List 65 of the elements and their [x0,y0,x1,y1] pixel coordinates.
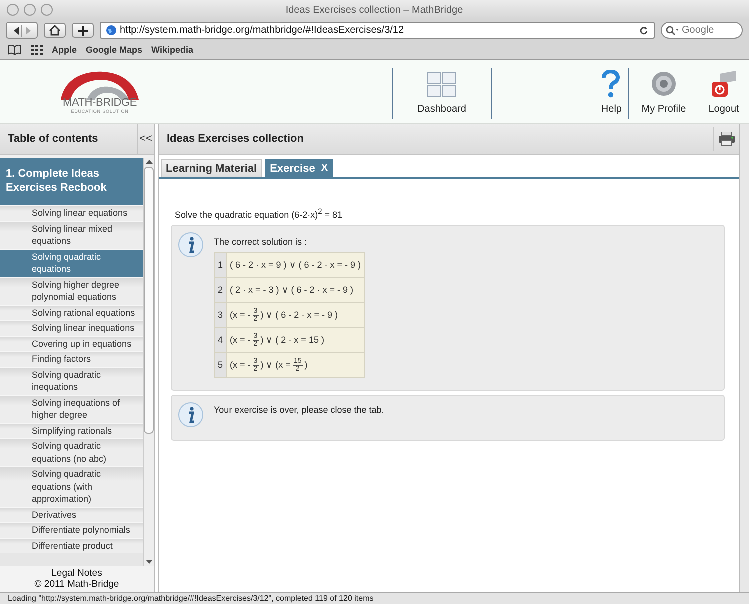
sidebar-item[interactable]: Solving quadratic inequations [0,366,143,394]
bookmark-link[interactable]: Wikipedia [152,45,194,55]
nav-link[interactable]: Help [492,60,628,123]
nav-link[interactable]: Logout [699,60,749,123]
address-field[interactable]: http://system.math-bridge.org/mathbridge/#!IdeasExercises/3/12 [100,22,655,39]
step-expression: ( 6 - 2 · x = 9 ) ∨ ( 6 - 2 · x = - 9 ) [226,252,365,278]
solution-heading: The correct solution is : [214,236,308,247]
scrollbar[interactable] [143,158,154,566]
sidebar-item[interactable]: Solving linear equations [0,205,143,220]
sidebar-item[interactable]: Solving quadratic equations [0,248,143,276]
sidebar-item[interactable]: Simplifying rationals [0,422,143,438]
status-bar: Loading "http://system.math-bridge.org/mathbridge/#!IdeasExercises/3/12", completed 119 of 120 items [0,592,749,604]
reload-icon[interactable] [639,26,649,36]
step-number: 5 [214,352,227,378]
step-number: 4 [214,328,227,352]
nav-link[interactable]: Dashboard [393,60,491,123]
sidebar-item[interactable]: Solving quadratic equations (no abc) [0,438,143,466]
sidebar-item[interactable]: Differentiate product [0,538,143,553]
sidebar-item[interactable]: Solving higher degree polynomial equations [0,276,143,304]
tab[interactable]: Exercise X [265,159,334,177]
panel-title: Ideas Exercises collection [167,133,305,145]
tab-close-button[interactable]: X [321,163,328,174]
back-forward-buttons[interactable] [6,22,38,39]
globe-icon [106,25,117,36]
bookmark-link[interactable]: Apple [52,45,78,55]
plus-icon [78,26,88,36]
print-button[interactable] [713,127,735,151]
nav-link[interactable]: My Profile [629,60,699,123]
sidebar-item[interactable]: Differentiate polynomials [0,522,143,538]
copyright-text: © 2011 Math-Bridge [34,579,120,590]
chapter-heading[interactable]: 1. Complete Ideas Exercises Recbook [0,158,143,205]
bookmark-link[interactable]: Google Maps [86,45,143,55]
sidebar-item[interactable]: Derivatives [0,506,143,522]
sidebar-item[interactable]: Solving linear mixed equations [0,220,143,248]
book-icon[interactable] [8,45,22,55]
step-number: 1 [214,252,227,278]
sidebar-item[interactable]: Solving rational equations [0,304,143,320]
logo-text: MATH-BRIDGE [63,96,137,108]
home-button[interactable] [44,23,66,38]
sidebar-item[interactable]: Covering up in equations [0,336,143,351]
sidebar-item[interactable]: Solving linear inequations [0,320,143,336]
collapse-button[interactable]: << [137,124,154,154]
question-mark-icon [600,70,622,98]
settings-icon [650,70,678,98]
notice-text: Your exercise is over, please close the tab. [214,404,384,415]
home-icon [49,25,61,36]
info-icon [178,232,204,258]
sidebar-item[interactable]: Solving quadratic equations (with approximation) [0,466,143,506]
scroll-up-icon[interactable] [146,159,152,165]
step-number: 2 [214,278,227,302]
panel-title: Table of contents [8,133,100,145]
legal-notes-link[interactable]: Legal Notes [52,568,102,579]
question-text: Solve the quadratic equation (6-2·x)$^{2}$ = 81 [175,207,344,220]
add-bookmark-button[interactable] [72,23,94,38]
key-power-icon [710,70,738,98]
info-icon [178,402,204,428]
window-title: Ideas Exercises collection – MathBridge [284,4,464,16]
sidebar-item[interactable]: Finding factors [0,351,143,366]
dashboard-icon [427,72,457,98]
tab[interactable]: Learning Material [161,159,262,177]
sidebar-item[interactable]: Solving inequations of higher degree [0,394,143,422]
step-number: 3 [214,302,227,328]
grid-icon[interactable] [31,45,43,55]
search-field[interactable]: Google [661,22,743,39]
step-expression: ( 2 · x = - 3 ) ∨ ( 6 - 2 · x = - 9 ) [226,278,365,302]
